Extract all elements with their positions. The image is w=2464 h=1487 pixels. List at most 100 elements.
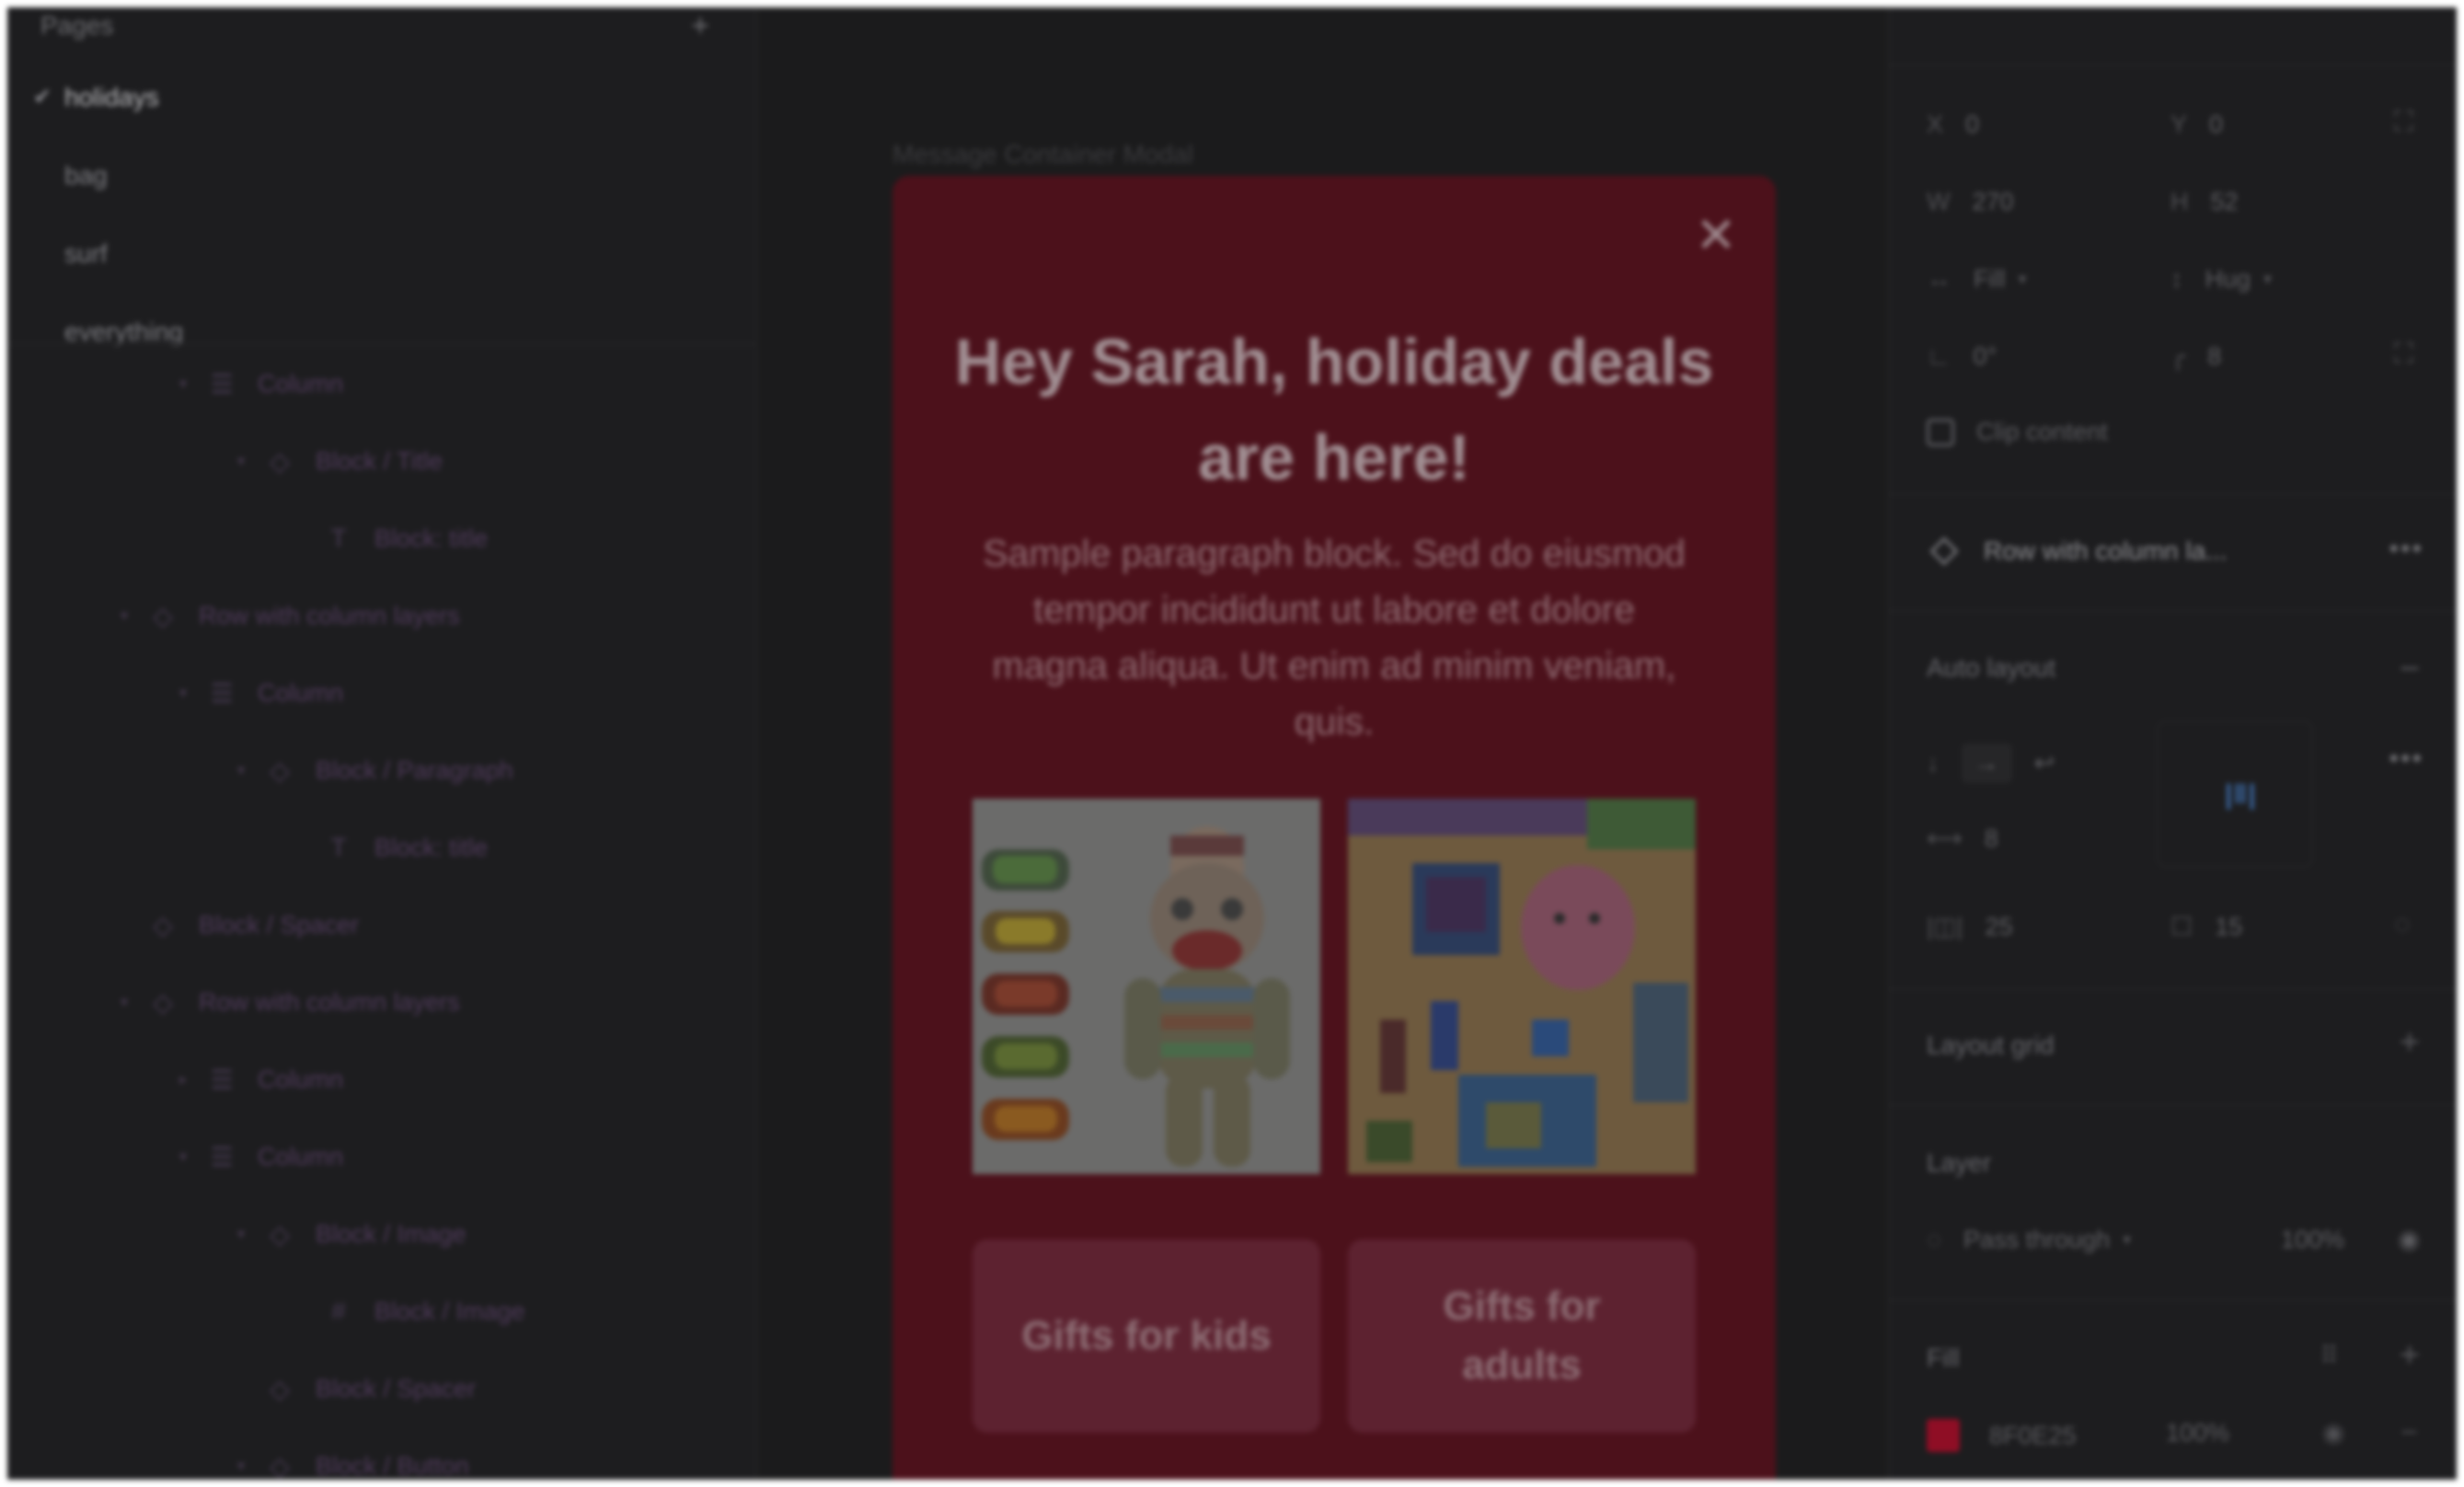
h-field[interactable]: H 52 bbox=[2170, 188, 2239, 216]
layer-row[interactable]: ◇ Block / Spacer bbox=[7, 886, 755, 963]
padding-vertical-value: 15 bbox=[2215, 913, 2243, 940]
blend-mode-select[interactable]: ◌ Pass through ▾ bbox=[1927, 1226, 2131, 1254]
chevron-down-icon[interactable]: ▾ bbox=[173, 1147, 193, 1166]
constraints-icon[interactable]: ⛶ bbox=[2394, 107, 2413, 138]
eye-icon[interactable]: ◉ bbox=[2398, 1224, 2420, 1254]
design-app-window: Pages + ✔ holidays bag surf everything ▾… bbox=[7, 7, 2457, 1480]
more-options-icon[interactable]: ••• bbox=[2389, 534, 2424, 565]
page-label: holidays bbox=[64, 82, 159, 111]
fill-color-swatch[interactable] bbox=[1927, 1419, 1960, 1452]
layer-label: Block / Button bbox=[316, 1451, 469, 1480]
h-value: 52 bbox=[2210, 188, 2239, 215]
component-icon bbox=[1929, 536, 1959, 566]
chevron-down-icon[interactable]: ▾ bbox=[231, 1457, 251, 1475]
radius-field[interactable]: ╭ 8 bbox=[2170, 342, 2221, 371]
gap-field[interactable]: ⟷ 8 bbox=[1927, 824, 1998, 853]
layer-row[interactable]: ▾ ◇ Block / Button bbox=[7, 1427, 755, 1481]
rotation-field[interactable]: ∟ 0° bbox=[1927, 342, 1997, 371]
gifts-for-kids-button[interactable]: Gifts for kids bbox=[973, 1239, 1320, 1433]
divider bbox=[1890, 493, 2457, 495]
layer-row[interactable]: ▸ ☰ Column bbox=[7, 1041, 755, 1118]
layer-label: Column bbox=[258, 1065, 344, 1093]
chevron-down-icon[interactable]: ▾ bbox=[173, 684, 193, 702]
chevron-down-icon[interactable]: ▾ bbox=[231, 452, 251, 470]
modal-title: Hey Sarah, holiday deals are here! bbox=[954, 326, 1714, 493]
chevron-down-icon[interactable]: ▾ bbox=[114, 993, 134, 1011]
pages-header: Pages + bbox=[40, 9, 709, 42]
layer-row[interactable]: ▾ ◇ Row with column layers bbox=[7, 963, 755, 1041]
page-item-bag[interactable]: bag bbox=[7, 136, 755, 214]
layer-row[interactable]: ▾ ☰ Column bbox=[7, 1118, 755, 1195]
layer-row[interactable]: ▾ ☰ Column bbox=[7, 654, 755, 732]
fill-hex-value[interactable]: 8F0E25 bbox=[1989, 1422, 2077, 1450]
close-icon[interactable]: ✕ bbox=[1693, 211, 1739, 260]
width-mode-select[interactable]: ↔ Fill ▾ bbox=[1927, 265, 2027, 294]
page-item-holidays[interactable]: ✔ holidays bbox=[7, 58, 755, 136]
y-field[interactable]: Y 0 bbox=[2170, 110, 2223, 139]
clip-content-toggle[interactable]: Clip content bbox=[1927, 418, 2108, 446]
layer-row[interactable]: T Block: title bbox=[7, 500, 755, 577]
alignment-box[interactable]: |‖| bbox=[2157, 720, 2313, 868]
w-field[interactable]: W 270 bbox=[1927, 188, 2014, 216]
page-label: everything bbox=[64, 317, 184, 346]
individual-padding-icon[interactable]: ◌ bbox=[2394, 909, 2411, 940]
styles-grid-icon[interactable]: ⠿ bbox=[2320, 1342, 2338, 1370]
layer-row[interactable]: ▾ ◇ Block / Title bbox=[7, 422, 755, 500]
fill-opacity-value: 100% bbox=[2166, 1419, 2230, 1447]
design-canvas[interactable]: Message Container Modal ✕ Hey Sarah, hol… bbox=[759, 7, 1888, 1480]
chevron-down-icon[interactable]: ▾ bbox=[114, 606, 134, 625]
chevron-down-icon: ▾ bbox=[2263, 270, 2273, 288]
x-field[interactable]: X 0 bbox=[1927, 110, 1979, 139]
plus-icon[interactable]: + bbox=[691, 10, 709, 41]
divider bbox=[1890, 1104, 2457, 1106]
add-fill-icon[interactable]: + bbox=[2400, 1338, 2420, 1373]
layer-opacity-field[interactable]: 100% bbox=[2281, 1226, 2344, 1254]
padding-vertical-field[interactable]: ☐ 15 bbox=[2170, 913, 2242, 941]
independent-corners-icon[interactable]: ⛶ bbox=[2394, 339, 2413, 370]
layer-label: Block / Paragraph bbox=[316, 755, 513, 784]
remove-fill-icon[interactable]: − bbox=[2401, 1415, 2418, 1449]
chevron-down-icon[interactable]: ▾ bbox=[231, 1225, 251, 1243]
padding-horizontal-field[interactable]: |◫| 25 bbox=[1927, 913, 2013, 941]
layer-row[interactable]: ▾ ◇ Row with column layers bbox=[7, 577, 755, 654]
fill-opacity-field[interactable]: 100% bbox=[2166, 1419, 2229, 1447]
chevron-down-icon: ▾ bbox=[2018, 270, 2027, 288]
frame-icon: # bbox=[331, 1297, 346, 1325]
layer-row[interactable]: ▾ ◇ Block / Paragraph bbox=[7, 732, 755, 809]
layer-label: Row with column layers bbox=[199, 601, 460, 629]
divider bbox=[1890, 64, 2457, 66]
layer-label: Block / Title bbox=[316, 446, 443, 475]
chevron-right-icon[interactable]: ▸ bbox=[173, 1070, 193, 1089]
rotation-icon: ∟ bbox=[1927, 342, 1952, 370]
message-modal[interactable]: ✕ Hey Sarah, holiday deals are here! Sam… bbox=[892, 176, 1776, 1480]
frame-label[interactable]: Message Container Modal bbox=[892, 140, 1193, 169]
layer-label: Block / Image bbox=[316, 1219, 466, 1248]
layer-label: Block / Spacer bbox=[199, 910, 360, 939]
arrow-right-icon[interactable]: → bbox=[1961, 744, 2012, 783]
component-icon: ◇ bbox=[270, 1219, 290, 1249]
auto-layout-more-icon[interactable]: ••• bbox=[2389, 744, 2424, 775]
clip-content-checkbox[interactable] bbox=[1927, 418, 1954, 446]
padding-vertical-icon: ☐ bbox=[2170, 913, 2193, 940]
add-layout-grid-icon[interactable]: + bbox=[2400, 1025, 2420, 1060]
fill-row[interactable]: 8F0E25 bbox=[1927, 1419, 2077, 1452]
page-item-surf[interactable]: surf bbox=[7, 214, 755, 293]
layer-label: Block / Spacer bbox=[316, 1374, 477, 1402]
layer-row[interactable]: ▾ ☰ Column bbox=[7, 345, 755, 422]
wrap-icon[interactable]: ↩ bbox=[2034, 749, 2055, 778]
chevron-down-icon[interactable]: ▾ bbox=[231, 761, 251, 779]
text-icon: T bbox=[330, 833, 347, 861]
fill-eye-icon[interactable]: ◉ bbox=[2322, 1417, 2344, 1447]
component-row[interactable]: Row with column la... bbox=[1929, 536, 2228, 566]
left-panel: Pages + ✔ holidays bag surf everything ▾… bbox=[7, 7, 757, 1480]
layer-row[interactable]: ◇ Block / Spacer bbox=[7, 1350, 755, 1427]
layer-row[interactable]: # Block / Image bbox=[7, 1273, 755, 1350]
chevron-down-icon[interactable]: ▾ bbox=[173, 375, 193, 393]
layer-row[interactable]: T Block: title bbox=[7, 809, 755, 886]
direction-toggle[interactable]: ↓ → ↩ bbox=[1927, 744, 2055, 783]
gifts-for-adults-button[interactable]: Gifts for adults bbox=[1348, 1239, 1696, 1433]
layer-row[interactable]: ▾ ◇ Block / Image bbox=[7, 1195, 755, 1273]
minus-icon[interactable]: − bbox=[2400, 651, 2420, 686]
height-mode-select[interactable]: ↕ Hug ▾ bbox=[2170, 265, 2272, 294]
arrow-down-icon[interactable]: ↓ bbox=[1927, 749, 1940, 778]
